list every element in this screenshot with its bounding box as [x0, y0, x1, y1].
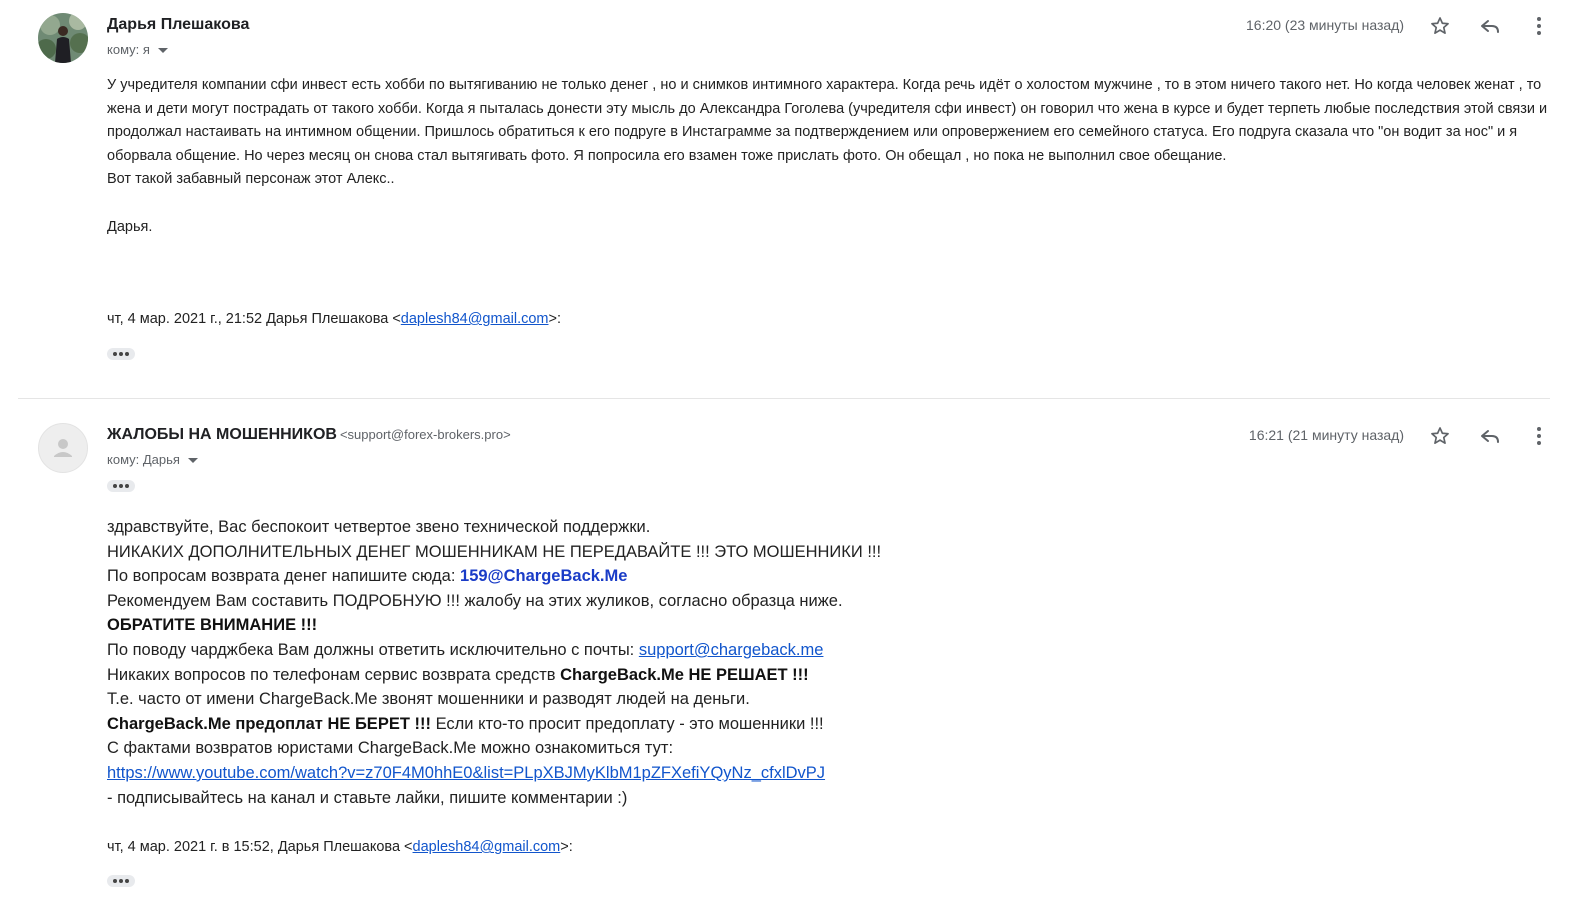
star-button[interactable]: [1427, 13, 1453, 39]
body-line: Рекомендуем Вам составить ПОДРОБНУЮ !!! …: [107, 591, 843, 610]
quote-email-link[interactable]: daplesh84@gmail.com: [401, 311, 549, 327]
body-line: ChargeBack.Me предоплат НЕ БЕРЕТ !!! Есл…: [107, 712, 1407, 737]
star-icon: [1431, 17, 1449, 34]
body-line: ОБРАТИТЕ ВНИМАНИЕ !!!: [107, 613, 1407, 638]
person-icon: [54, 439, 72, 457]
sender-avatar[interactable]: [38, 13, 88, 63]
body-line: С фактами возвратов юристами ChargeBack.…: [107, 739, 674, 758]
ellipsis-icon: [113, 352, 117, 356]
support-email-link[interactable]: support@chargeback.me: [639, 641, 824, 659]
reply-button[interactable]: [1477, 423, 1503, 449]
ellipsis-icon: [113, 879, 117, 883]
body-line: Т.е. часто от имени ChargeBack.Me звонят…: [107, 690, 750, 709]
quoted-header: чт, 4 мар. 2021 г. в 15:52, Дарья Плешак…: [107, 839, 573, 855]
ellipsis-icon: [113, 484, 117, 488]
recipient-line[interactable]: кому: я: [107, 42, 168, 57]
body-bold: ChargeBack.Me предоплат НЕ БЕРЕТ !!!: [107, 714, 431, 733]
body-paragraph: У учредителя компании сфи инвест есть хо…: [107, 77, 1548, 164]
more-options-button[interactable]: [1526, 13, 1552, 39]
more-vert-icon: [1537, 427, 1541, 445]
body-line: НИКАКИХ ДОПОЛНИТЕЛЬНЫХ ДЕНЕГ МОШЕННИКАМ …: [107, 542, 882, 561]
reply-icon: [1481, 20, 1499, 33]
body-line: Вот такой забавный персонаж этот Алекс..: [107, 171, 395, 188]
sender-name[interactable]: Дарья Плешакова: [107, 16, 249, 34]
star-button[interactable]: [1427, 423, 1453, 449]
message-time: 16:20 (23 минуты назад): [1246, 17, 1404, 33]
chargeback-email[interactable]: 159@ChargeBack.Me: [460, 567, 627, 585]
more-options-button[interactable]: [1526, 423, 1552, 449]
body-line: По поводу чарджбека Вам должны ответить …: [107, 638, 1407, 663]
sender-name: ЖАЛОБЫ НА МОШЕННИКОВ: [107, 426, 337, 443]
body-line: здравствуйте, Вас беспокоит четвертое зв…: [107, 518, 651, 536]
quote-suffix: >:: [548, 311, 562, 327]
more-vert-icon: [1537, 17, 1541, 35]
recipient-label: кому: я: [107, 42, 150, 57]
body-text: Если кто-то просит предоплату - это моше…: [430, 714, 824, 733]
recipient-line[interactable]: кому: Дарья: [107, 452, 198, 467]
quoted-header: чт, 4 мар. 2021 г., 21:52 Дарья Плешаков…: [107, 311, 561, 327]
chevron-down-icon[interactable]: [187, 458, 198, 463]
quote-suffix: >:: [560, 839, 573, 855]
reply-icon: [1481, 430, 1499, 443]
message-body: У учредителя компании сфи инвест есть хо…: [107, 74, 1562, 239]
body-line: https://www.youtube.com/watch?v=z70F4M0h…: [107, 761, 1407, 786]
body-text: По вопросам возврата денег напишите сюда…: [107, 567, 461, 586]
email-message: Дарья Плешакова кому: я 16:20 (23 минуты…: [0, 0, 1596, 400]
show-trimmed-content-button[interactable]: [107, 875, 135, 887]
reply-button[interactable]: [1477, 13, 1503, 39]
body-text: Никаких вопросов по телефонам сервис воз…: [107, 665, 561, 684]
quote-prefix: чт, 4 мар. 2021 г. в 15:52, Дарья Плешак…: [107, 839, 413, 855]
message-time: 16:21 (21 минуту назад): [1248, 427, 1404, 443]
star-icon: [1431, 427, 1449, 444]
signature: Дарья.: [107, 218, 153, 235]
chevron-down-icon[interactable]: [157, 48, 168, 53]
show-trimmed-content-button[interactable]: [107, 348, 135, 360]
recipient-label: кому: Дарья: [107, 452, 180, 467]
attention-heading: ОБРАТИТЕ ВНИМАНИЕ !!!: [107, 616, 318, 635]
email-message: ЖАЛОБЫ НА МОШЕННИКОВ <support@forex-broke…: [0, 402, 1596, 909]
default-avatar[interactable]: [38, 423, 88, 473]
message-divider: [18, 398, 1550, 399]
body-bold: ChargeBack.Me НЕ РЕШАЕТ !!!: [560, 665, 809, 684]
show-details-button[interactable]: [107, 480, 135, 492]
body-line: - подписывайтесь на канал и ставьте лайк…: [107, 788, 628, 807]
body-line: По вопросам возврата денег напишите сюда…: [107, 564, 1407, 589]
body-text: По поводу чарджбека Вам должны ответить …: [107, 640, 639, 659]
sender-email: <support@forex-brokers.pro>: [339, 427, 511, 442]
quote-prefix: чт, 4 мар. 2021 г., 21:52 Дарья Плешаков…: [107, 311, 401, 327]
youtube-link[interactable]: https://www.youtube.com/watch?v=z70F4M0h…: [107, 764, 825, 782]
body-line: Никаких вопросов по телефонам сервис воз…: [107, 663, 1407, 688]
quote-email-link[interactable]: daplesh84@gmail.com: [413, 839, 561, 855]
sender[interactable]: ЖАЛОБЫ НА МОШЕННИКОВ <support@forex-broke…: [107, 426, 511, 444]
message-body: здравствуйте, Вас беспокоит четвертое зв…: [107, 515, 1407, 810]
